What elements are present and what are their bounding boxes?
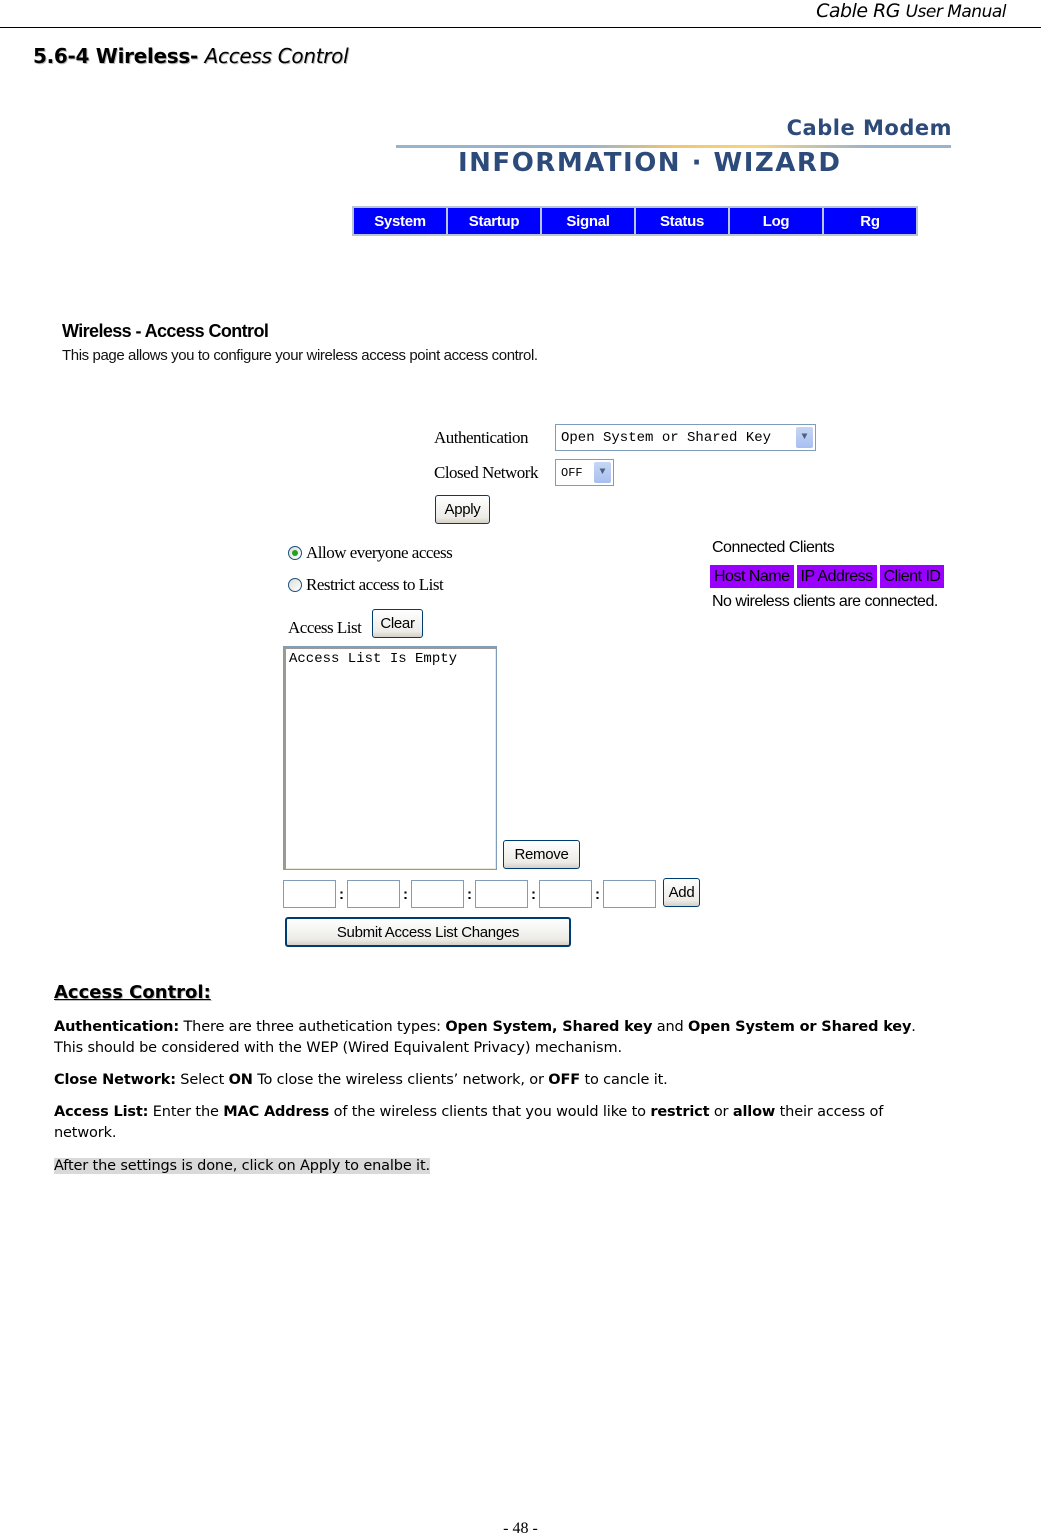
access-list-text: their access of: [775, 1104, 884, 1120]
authentication-select[interactable]: Open System or Shared Key ▼: [555, 424, 816, 451]
add-button[interactable]: Add: [663, 878, 700, 907]
nav-log[interactable]: Log: [730, 208, 822, 234]
mac-separator: :: [595, 886, 600, 903]
access-list-bold: restrict: [650, 1104, 710, 1120]
authentication-value: Open System or Shared Key: [561, 429, 772, 446]
col-host-name: Host Name: [710, 565, 794, 588]
main-nav: System Startup Signal Status Log Rg: [352, 206, 918, 236]
section-subtitle: Access Control: [204, 44, 349, 68]
mac-separator: :: [531, 886, 536, 903]
access-list-paragraph: Access List: Enter the MAC Address of th…: [54, 1102, 1041, 1144]
close-network-paragraph: Close Network: Select ON To close the wi…: [54, 1070, 1041, 1091]
mac-octet-3-input[interactable]: [411, 880, 464, 908]
nav-startup[interactable]: Startup: [448, 208, 540, 234]
auth-bold: Open System or Shared key: [688, 1019, 912, 1035]
connected-clients-title: Connected Clients: [712, 539, 835, 556]
allow-everyone-label: Allow everyone access: [306, 543, 453, 562]
access-list-term: Access List:: [54, 1104, 149, 1120]
section-number-title: 5.6-4 Wireless-: [33, 44, 198, 68]
mac-octet-4-input[interactable]: [475, 880, 528, 908]
mac-octet-1-input[interactable]: [283, 880, 336, 908]
connected-clients-header-row: Host Name IP Address Client ID: [710, 565, 945, 588]
close-network-term: Close Network:: [54, 1072, 176, 1088]
authentication-label: Authentication: [434, 428, 529, 447]
access-control-heading: Access Control:: [54, 982, 211, 1003]
auth-text: and: [652, 1019, 689, 1035]
section-title: 5.6-4 Wireless- Access Control: [33, 44, 349, 68]
chevron-down-icon[interactable]: ▼: [796, 427, 813, 448]
logo-line2: INFORMATION · WIZARD: [458, 148, 842, 178]
restrict-access-radio[interactable]: [288, 578, 302, 592]
auth-bold: Open System, Shared key: [445, 1019, 653, 1035]
mac-octet-2-input[interactable]: [347, 880, 400, 908]
close-network-bold: ON: [228, 1072, 253, 1088]
mac-octet-6-input[interactable]: [603, 880, 656, 908]
chevron-down-icon[interactable]: ▼: [594, 462, 611, 483]
submit-access-list-button[interactable]: Submit Access List Changes: [285, 917, 571, 947]
screen-description: This page allows you to configure your w…: [62, 347, 538, 364]
access-list-box[interactable]: Access List Is Empty: [283, 646, 497, 870]
nav-signal[interactable]: Signal: [542, 208, 634, 234]
auth-line2: This should be considered with the WEP (…: [54, 1040, 622, 1056]
restrict-access-label: Restrict access to List: [306, 575, 444, 594]
page-number: - 48 -: [503, 1520, 538, 1537]
close-network-text: to cancle it.: [579, 1072, 668, 1088]
manual-title-sub: User Manual: [905, 2, 1007, 22]
note-text: After the settings is done, click on App…: [54, 1158, 430, 1174]
close-network-text: To close the wireless clients’ network, …: [252, 1072, 549, 1088]
remove-button[interactable]: Remove: [503, 840, 580, 869]
logo-line1: Cable Modem: [786, 116, 952, 140]
access-list-bold: MAC Address: [223, 1104, 330, 1120]
nav-system[interactable]: System: [354, 208, 446, 234]
closed-network-value: OFF: [561, 465, 583, 480]
access-list-text: or: [709, 1104, 733, 1120]
page-header: Cable RG User Manual: [0, 0, 1041, 28]
access-list-line2: network.: [54, 1125, 117, 1141]
manual-title: Cable RG User Manual: [816, 0, 1006, 22]
auth-term: Authentication:: [54, 1019, 179, 1035]
screen-title: Wireless - Access Control: [62, 321, 269, 341]
access-list-label: Access List: [288, 618, 362, 637]
clear-button[interactable]: Clear: [372, 609, 423, 638]
mac-separator: :: [339, 886, 344, 903]
note-paragraph: After the settings is done, click on App…: [54, 1156, 1041, 1177]
cable-modem-logo: Cable Modem INFORMATION · WIZARD: [396, 112, 956, 182]
close-network-text: Select: [175, 1072, 229, 1088]
access-list-bold: allow: [732, 1104, 776, 1120]
nav-rg[interactable]: Rg: [824, 208, 916, 234]
auth-text: There are three authetication types:: [178, 1019, 446, 1035]
manual-title-main: Cable RG: [816, 0, 901, 22]
mac-octet-5-input[interactable]: [539, 880, 592, 908]
mac-separator: :: [403, 886, 408, 903]
apply-button[interactable]: Apply: [435, 495, 490, 524]
closed-network-select[interactable]: OFF ▼: [555, 459, 614, 486]
col-client-id: Client ID: [879, 565, 945, 588]
allow-everyone-radio[interactable]: [288, 546, 302, 560]
closed-network-label: Closed Network: [434, 463, 538, 482]
mac-separator: :: [467, 886, 472, 903]
access-list-text: of the wireless clients that you would l…: [329, 1104, 651, 1120]
close-network-bold: OFF: [548, 1072, 580, 1088]
authentication-paragraph: Authentication: There are three authetic…: [54, 1017, 1041, 1059]
auth-text: .: [911, 1019, 916, 1035]
access-list-text: Enter the: [148, 1104, 224, 1120]
no-clients-message: No wireless clients are connected.: [712, 593, 938, 610]
nav-status[interactable]: Status: [636, 208, 728, 234]
col-ip-address: IP Address: [796, 565, 877, 588]
